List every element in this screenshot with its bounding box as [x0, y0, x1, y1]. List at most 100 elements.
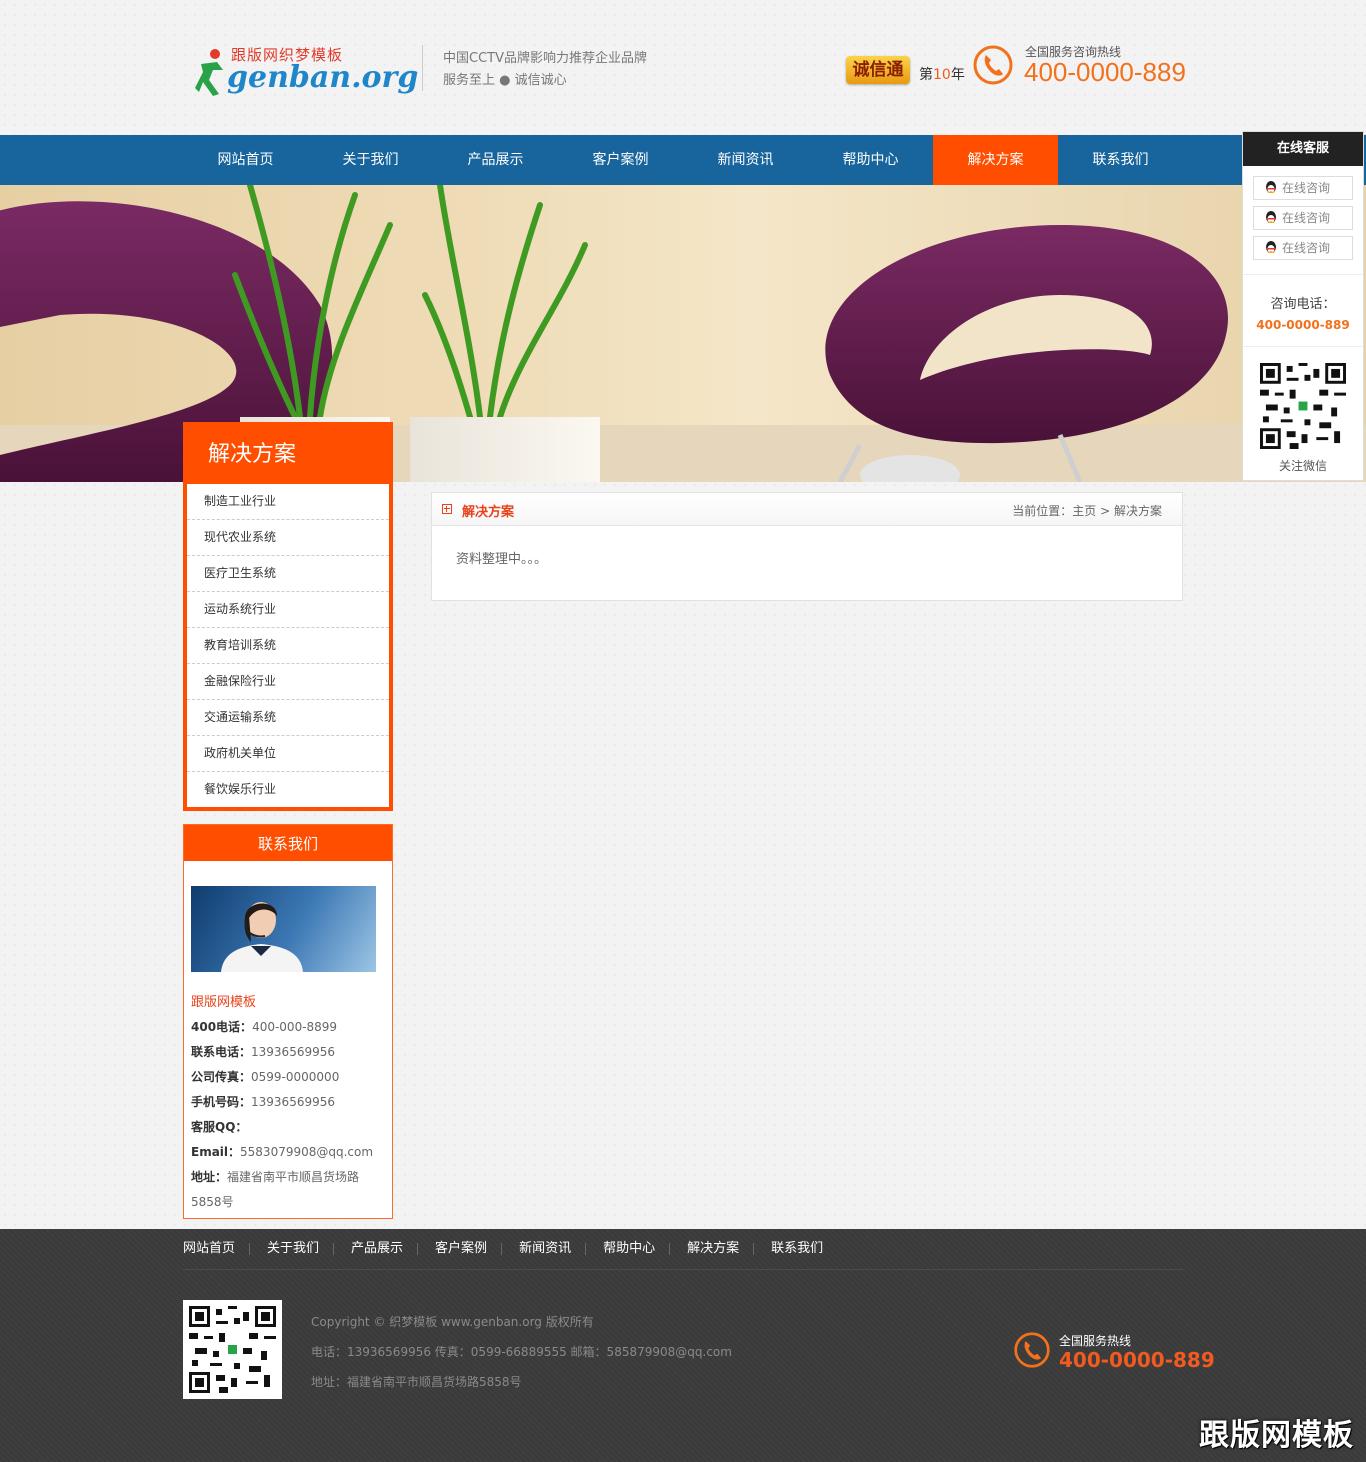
contact-row-fax: 公司传真：0599-0000000 — [191, 1065, 386, 1090]
nav-item-about[interactable]: 关于我们 — [308, 135, 433, 185]
contact-row-email: Email：5583079908@qq.com — [191, 1140, 386, 1165]
contact-value: 0599-0000000 — [251, 1070, 340, 1084]
contact-row-400: 400电话：400-000-8899 — [191, 1015, 386, 1040]
kefu-divider — [1243, 346, 1363, 347]
nav-item-help[interactable]: 帮助中心 — [808, 135, 933, 185]
footer-nav-products[interactable]: 产品展示 — [351, 1229, 403, 1269]
contact-value: 13936569956 — [251, 1095, 335, 1109]
nav-item-news[interactable]: 新闻资讯 — [683, 135, 808, 185]
sidebar-item-transport[interactable]: 交通运输系统 — [187, 700, 389, 736]
sidebar-item-finance[interactable]: 金融保险行业 — [187, 664, 389, 700]
footer-hotline-number: 400-0000-889 — [1059, 1348, 1215, 1372]
breadcrumb-separator: > — [1100, 504, 1111, 518]
years-text: 第10年 — [919, 64, 965, 84]
wechat-qr-label: 关注微信 — [1278, 459, 1327, 473]
footer-qr-code — [183, 1300, 282, 1399]
breadcrumb-current[interactable]: 解决方案 — [1114, 504, 1162, 518]
sidebar-category-menu: 解决方案 制造工业行业 现代农业系统 医疗卫生系统 运动系统行业 教育培训系统 … — [183, 422, 393, 811]
contact-label: 联系电话： — [191, 1045, 252, 1059]
phone-icon — [973, 45, 1013, 85]
main-nav: 网站首页 关于我们 产品展示 客户案例 新闻资讯 帮助中心 解决方案 联系我们 — [0, 135, 1366, 185]
sidebar-item-government[interactable]: 政府机关单位 — [187, 736, 389, 772]
logo-en-text: genban.org — [227, 60, 419, 95]
footer-nav-about[interactable]: 关于我们 — [267, 1229, 319, 1269]
online-service-title: 在线客服 — [1243, 132, 1363, 166]
qq-consult-button-2[interactable]: 在线咨询 — [1253, 206, 1353, 230]
qq-consult-button-3[interactable]: 在线咨询 — [1253, 236, 1353, 260]
years-number: 10 — [933, 67, 951, 83]
watermark-text: 跟版网模板 — [1199, 1418, 1354, 1453]
footer-phone-icon — [1014, 1332, 1050, 1368]
kefu-tel-label: 咨询电话： — [1270, 297, 1336, 312]
years-prefix: 第 — [919, 67, 933, 83]
nav-item-products[interactable]: 产品展示 — [433, 135, 558, 185]
footer-nav-contact[interactable]: 联系我们 — [771, 1229, 823, 1269]
contact-label: 手机号码： — [191, 1095, 252, 1109]
customer-service-photo — [191, 886, 376, 972]
footer-nav-solutions[interactable]: 解决方案 — [687, 1229, 739, 1269]
footer-nav-help[interactable]: 帮助中心 — [603, 1229, 655, 1269]
footer: 网站首页 关于我们 产品展示 客户案例 新闻资讯 帮助中心 解决方案 联系我们 … — [0, 1229, 1366, 1462]
contact-value: 5583079908@qq.com — [240, 1145, 374, 1159]
sidebar-item-sports[interactable]: 运动系统行业 — [187, 592, 389, 628]
sidebar-menu-title: 解决方案 — [208, 442, 297, 467]
contact-value: 13936569956 — [251, 1045, 335, 1059]
contact-label: Email： — [191, 1145, 241, 1159]
footer-nav-separator — [585, 1243, 587, 1255]
qq-consult-label-3: 在线咨询 — [1282, 241, 1331, 255]
sidebar-contact-title: 联系我们 — [184, 825, 392, 861]
breadcrumb-prefix: 当前位置： — [1012, 504, 1073, 518]
qq-penguin-icon — [1266, 241, 1276, 253]
slogan-line-1: 中国CCTV品牌影响力推荐企业品牌 — [443, 51, 647, 66]
contact-row-phone: 联系电话：13936569956 — [191, 1040, 386, 1065]
kefu-tel-number: 400-0000-889 — [1256, 318, 1350, 332]
footer-nav-separator — [753, 1243, 755, 1255]
runner-logo-icon — [195, 49, 223, 96]
qq-penguin-icon — [1266, 211, 1276, 223]
breadcrumb: 当前位置：主页 > 解决方案 — [1012, 502, 1162, 519]
qq-penguin-icon — [1266, 181, 1276, 193]
header-divider — [422, 45, 423, 91]
nav-item-cases[interactable]: 客户案例 — [558, 135, 683, 185]
footer-hotline-label: 全国服务热线 — [1059, 1334, 1132, 1348]
footer-nav-separator — [669, 1243, 671, 1255]
sidebar-item-education[interactable]: 教育培训系统 — [187, 628, 389, 664]
nav-item-solutions[interactable]: 解决方案 — [933, 135, 1058, 185]
years-suffix: 年 — [950, 67, 965, 83]
nav-item-contact[interactable]: 联系我们 — [1058, 135, 1183, 185]
header: 跟版网织梦模板 genban.org 中国CCTV品牌影响力推荐企业品牌 服务至… — [0, 0, 1366, 135]
footer-address-line: 地址：福建省南平市顺昌货场路5858号 — [311, 1375, 522, 1389]
hotline-number: 400-0000-889 — [1024, 57, 1186, 87]
sidebar-item-agriculture[interactable]: 现代农业系统 — [187, 520, 389, 556]
slogan-line-2: 服务至上 ● 诚信诚心 — [443, 73, 567, 88]
content-body-text: 资料整理中。。。 — [456, 552, 548, 567]
site-logo[interactable]: 跟版网织梦模板 genban.org — [195, 44, 418, 100]
qq-consult-label-1: 在线咨询 — [1282, 181, 1331, 195]
online-service-panel: 在线客服 在线咨询 在线咨询 在线咨询 咨询电话： 400-0000-889 关 — [1242, 131, 1364, 481]
contact-row-qq: 客服QQ： — [191, 1115, 386, 1140]
sidebar-item-medical[interactable]: 医疗卫生系统 — [187, 556, 389, 592]
breadcrumb-home-link[interactable]: 主页 — [1072, 504, 1096, 518]
sidebar-contact-info: 400电话：400-000-8899 联系电话：13936569956 公司传真… — [191, 1015, 386, 1215]
chengxintong-badge: 诚信通 — [846, 56, 910, 84]
qq-consult-button-1[interactable]: 在线咨询 — [1253, 176, 1353, 200]
footer-nav-home[interactable]: 网站首页 — [183, 1229, 235, 1269]
kefu-divider — [1243, 274, 1363, 275]
footer-nav-separator — [333, 1243, 335, 1255]
contact-row-mobile: 手机号码：13936569956 — [191, 1090, 386, 1115]
footer-copyright: Copyright © 织梦模板 www.genban.org 版权所有 — [311, 1315, 594, 1329]
footer-nav-news[interactable]: 新闻资讯 — [519, 1229, 571, 1269]
sidebar-company-name: 跟版网模板 — [191, 995, 257, 1010]
sidebar-item-manufacturing[interactable]: 制造工业行业 — [187, 484, 389, 520]
qq-consult-label-2: 在线咨询 — [1282, 211, 1331, 225]
nav-item-home[interactable]: 网站首页 — [183, 135, 308, 185]
contact-row-address: 地址：福建省南平市顺昌货场路5858号 — [191, 1165, 386, 1215]
footer-nav-cases[interactable]: 客户案例 — [435, 1229, 487, 1269]
sidebar-item-catering[interactable]: 餐饮娱乐行业 — [187, 772, 389, 807]
contact-label: 400电话： — [191, 1020, 253, 1034]
content-header-bar: 解决方案 当前位置：主页 > 解决方案 — [432, 493, 1182, 526]
plus-square-icon — [442, 504, 452, 514]
sidebar-contact-box: 联系我们 跟版网模板 400电话：400-000-8899 联系电话：13936… — [183, 824, 393, 1219]
contact-label: 公司传真： — [191, 1070, 252, 1084]
footer-nav-separator — [249, 1243, 251, 1255]
